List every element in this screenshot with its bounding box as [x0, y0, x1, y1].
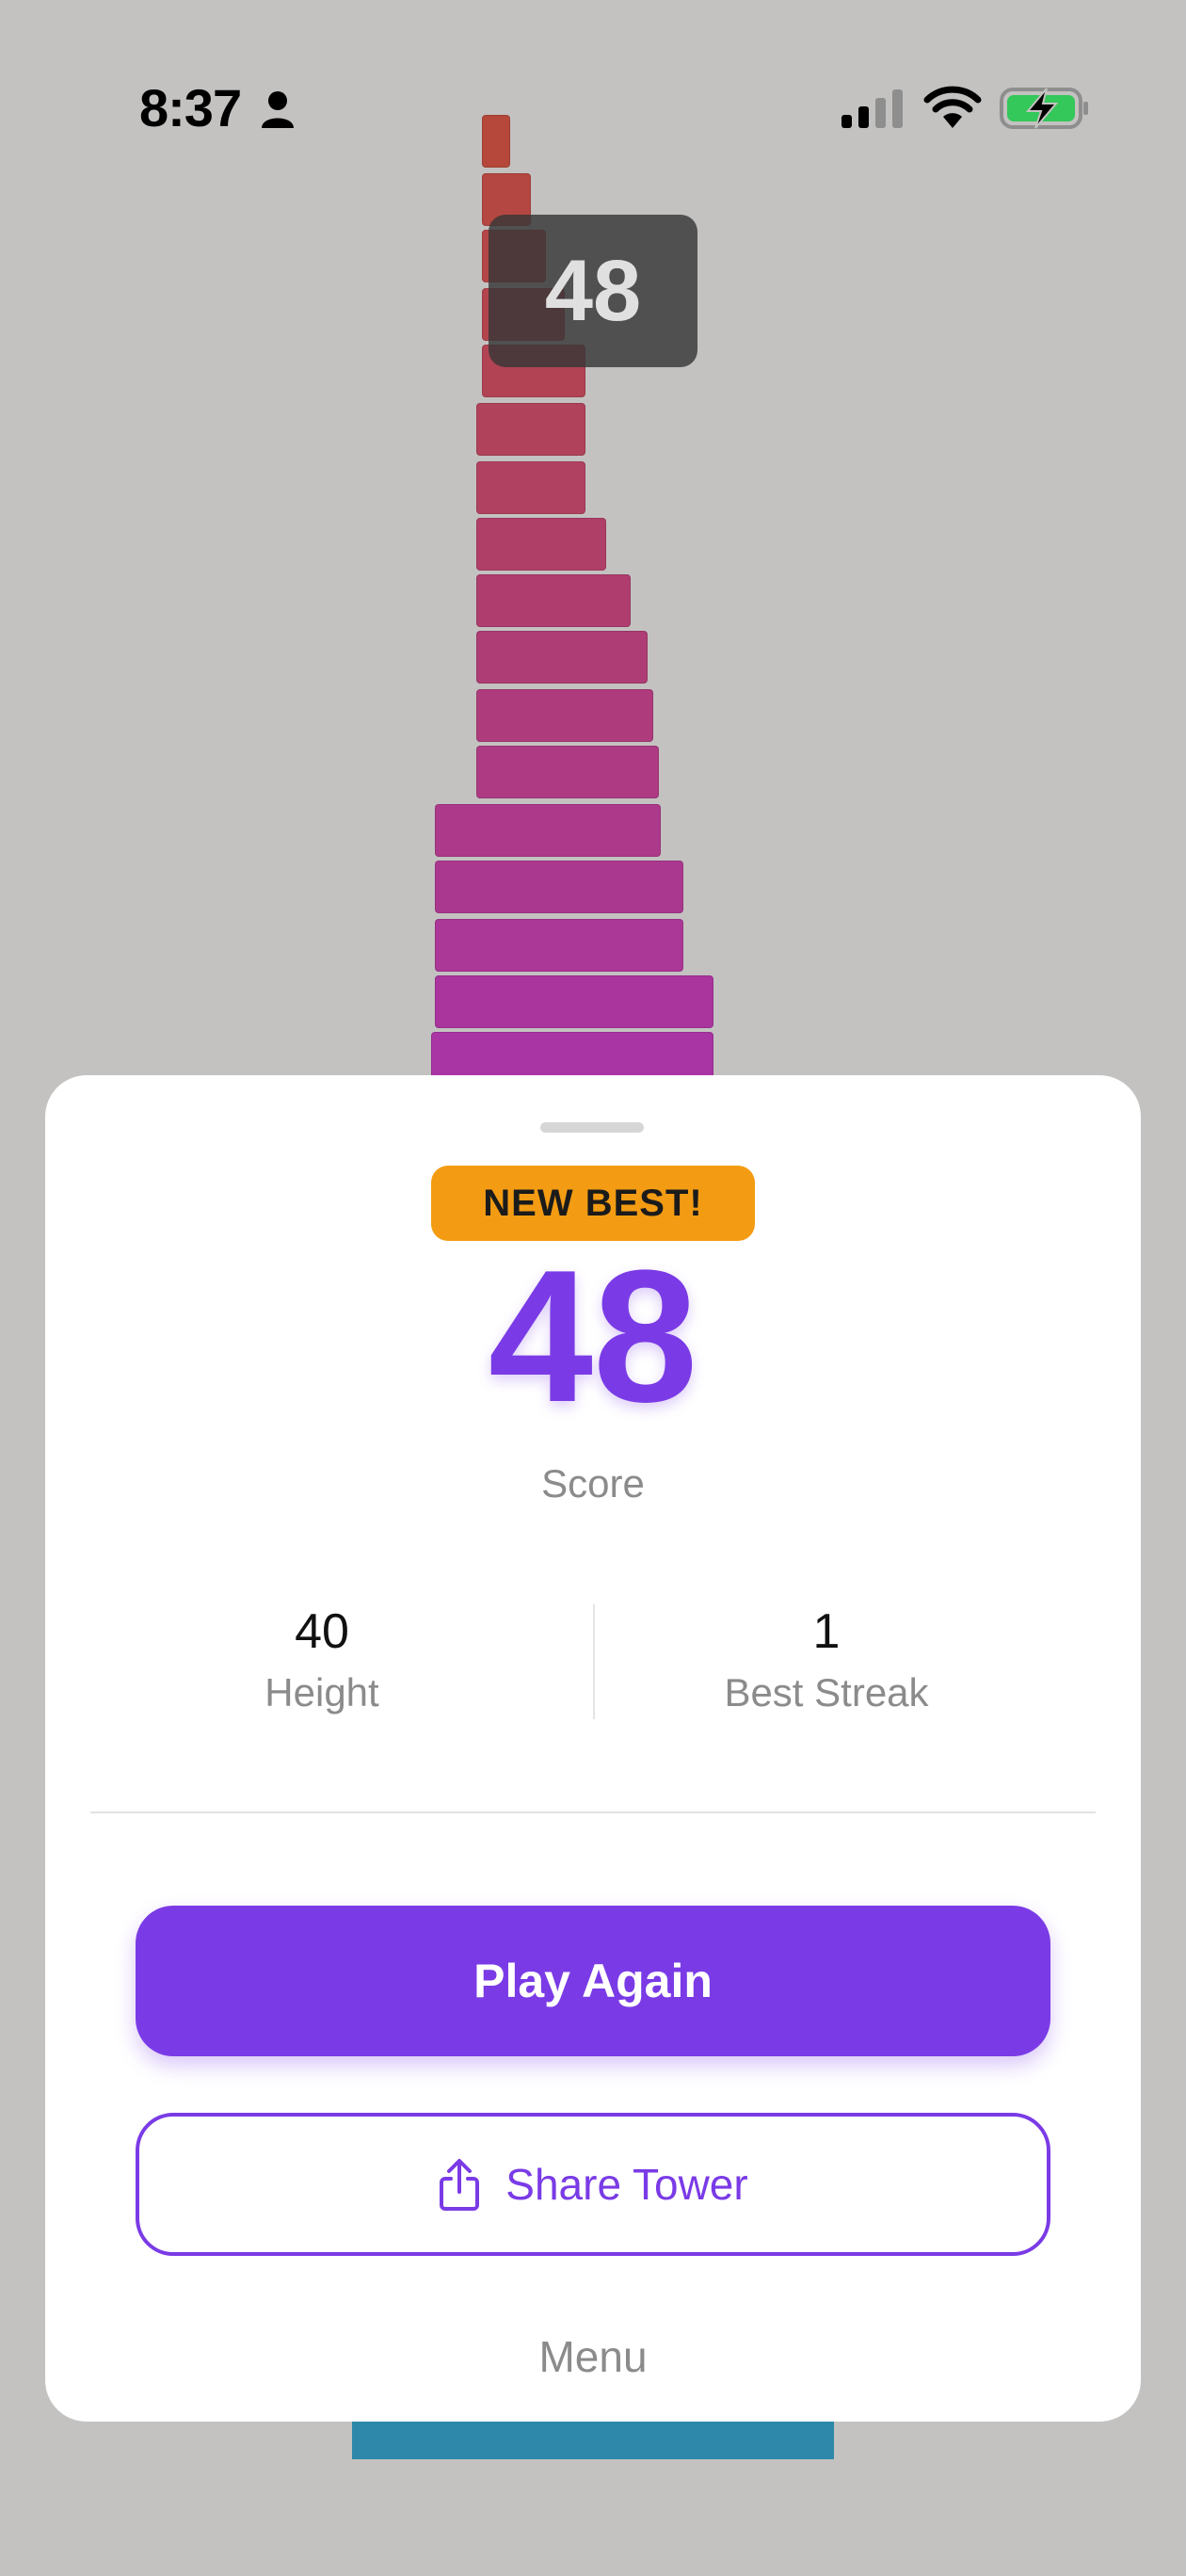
tower-block [435, 919, 683, 972]
tower-block [476, 631, 648, 684]
tower-block [476, 689, 653, 742]
tower-block [435, 975, 713, 1028]
share-tower-button[interactable]: Share Tower [136, 2113, 1050, 2256]
tower-block [476, 461, 585, 514]
tower-block [435, 861, 683, 913]
status-time: 8:37 [139, 78, 242, 137]
stat-best-streak-value: 1 [812, 1604, 841, 1659]
menu-button[interactable]: Menu [452, 2324, 734, 2390]
tower-block [476, 403, 585, 456]
tower-block [435, 804, 661, 857]
score-label: Score [541, 1461, 645, 1505]
stat-best-streak-label: Best Streak [724, 1670, 929, 1715]
battery-charging-icon [1000, 88, 1088, 129]
section-divider [90, 1811, 1096, 1813]
tower [0, 0, 1186, 1092]
share-tower-label: Share Tower [505, 2160, 748, 2209]
stat-height-value: 40 [295, 1604, 349, 1659]
signal-icon [841, 89, 903, 128]
play-again-button[interactable]: Play Again [136, 1906, 1050, 2056]
person-icon [262, 91, 294, 128]
sheet-grabber[interactable] [540, 1122, 644, 1133]
new-best-badge: NEW BEST! [431, 1166, 755, 1241]
stat-height-label: Height [264, 1670, 379, 1715]
wifi-icon [923, 86, 982, 128]
stat-best-streak: 1 Best Streak [572, 1602, 1081, 1715]
tower-block [476, 518, 606, 571]
tower-block [476, 746, 659, 798]
share-icon [440, 2159, 480, 2211]
tower-block [476, 574, 631, 627]
stat-height: 40 Height [68, 1602, 576, 1715]
tower-block [482, 115, 510, 168]
results-sheet: NEW BEST! 48 Score 40 Height 1 Best Stre… [45, 1075, 1141, 2422]
current-score-overlay: 48 [489, 215, 697, 367]
final-score: 48 [488, 1232, 698, 1441]
